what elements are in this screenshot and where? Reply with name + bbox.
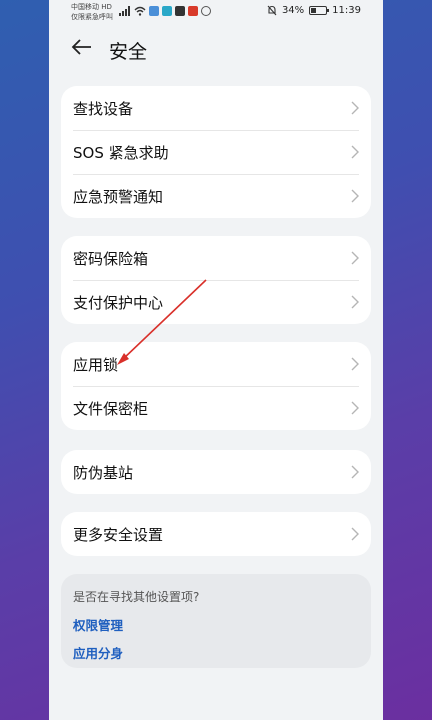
chevron-right-icon [351, 357, 359, 371]
app-notification-icon [162, 6, 172, 16]
settings-item-label: 支付保护中心 [73, 293, 164, 312]
link-app-twin[interactable]: 应用分身 [73, 643, 359, 662]
page-title: 安全 [109, 41, 148, 63]
settings-group-1: 查找设备 SOS 紧急求助 应急预警通知 [61, 86, 371, 218]
settings-item-fake-base-station[interactable]: 防伪基站 [61, 450, 371, 494]
settings-item-app-lock[interactable]: 应用锁 [61, 342, 371, 386]
settings-item-label: SOS 紧急求助 [73, 143, 169, 162]
suggestions-question: 是否在寻找其他设置项? [73, 590, 200, 604]
status-right: 34% 11:39 [267, 5, 361, 16]
settings-group-5: 更多安全设置 [61, 512, 371, 556]
emergency-only-text: 仅限紧急呼叫 [71, 13, 113, 21]
chevron-right-icon [351, 465, 359, 479]
settings-item-payment-protection[interactable]: 支付保护中心 [61, 280, 371, 324]
wifi-icon [134, 6, 146, 16]
settings-item-label: 文件保密柜 [73, 399, 149, 418]
back-arrow-icon[interactable] [71, 36, 93, 58]
status-icons [119, 6, 211, 16]
settings-item-label: 防伪基站 [73, 463, 134, 482]
chevron-right-icon [351, 145, 359, 159]
battery-icon [309, 6, 330, 15]
carrier-name: 中国移动 HD [71, 3, 112, 11]
link-permission-management[interactable]: 权限管理 [73, 615, 359, 634]
mute-bell-icon [267, 5, 277, 16]
settings-item-find-device[interactable]: 查找设备 [61, 86, 371, 130]
clock: 11:39 [332, 5, 361, 16]
chevron-right-icon [351, 101, 359, 115]
settings-group-4: 防伪基站 [61, 450, 371, 494]
settings-group-2: 密码保险箱 支付保护中心 [61, 236, 371, 324]
app-notification-icon [175, 6, 185, 16]
header: 安全 [49, 28, 383, 70]
settings-item-label: 更多安全设置 [73, 525, 164, 544]
signal-icon [119, 6, 130, 16]
carrier-info: 中国移动 HD 仅限紧急呼叫 [71, 2, 113, 22]
settings-item-more-security[interactable]: 更多安全设置 [61, 512, 371, 556]
settings-item-label: 应急预警通知 [73, 187, 164, 206]
chevron-right-icon [351, 251, 359, 265]
settings-item-sos[interactable]: SOS 紧急求助 [61, 130, 371, 174]
settings-item-label: 查找设备 [73, 99, 134, 118]
settings-group-3: 应用锁 文件保密柜 [61, 342, 371, 430]
chevron-right-icon [351, 295, 359, 309]
settings-item-emergency-alerts[interactable]: 应急预警通知 [61, 174, 371, 218]
suggestions-card: 是否在寻找其他设置项? 权限管理 应用分身 [61, 574, 371, 668]
app-notification-icon [201, 6, 211, 16]
settings-item-file-safe[interactable]: 文件保密柜 [61, 386, 371, 430]
chevron-right-icon [351, 527, 359, 541]
settings-item-password-vault[interactable]: 密码保险箱 [61, 236, 371, 280]
status-bar: 中国移动 HD 仅限紧急呼叫 34% 11:39 [49, 0, 383, 26]
phone-screen: 中国移动 HD 仅限紧急呼叫 34% 11:39 安全 查找设备 SOS 紧急求… [49, 0, 383, 720]
chevron-right-icon [351, 401, 359, 415]
settings-item-label: 应用锁 [73, 355, 119, 374]
app-notification-icon [188, 6, 198, 16]
settings-item-label: 密码保险箱 [73, 249, 149, 268]
app-notification-icon [149, 6, 159, 16]
chevron-right-icon [351, 189, 359, 203]
battery-percent: 34% [281, 5, 305, 16]
